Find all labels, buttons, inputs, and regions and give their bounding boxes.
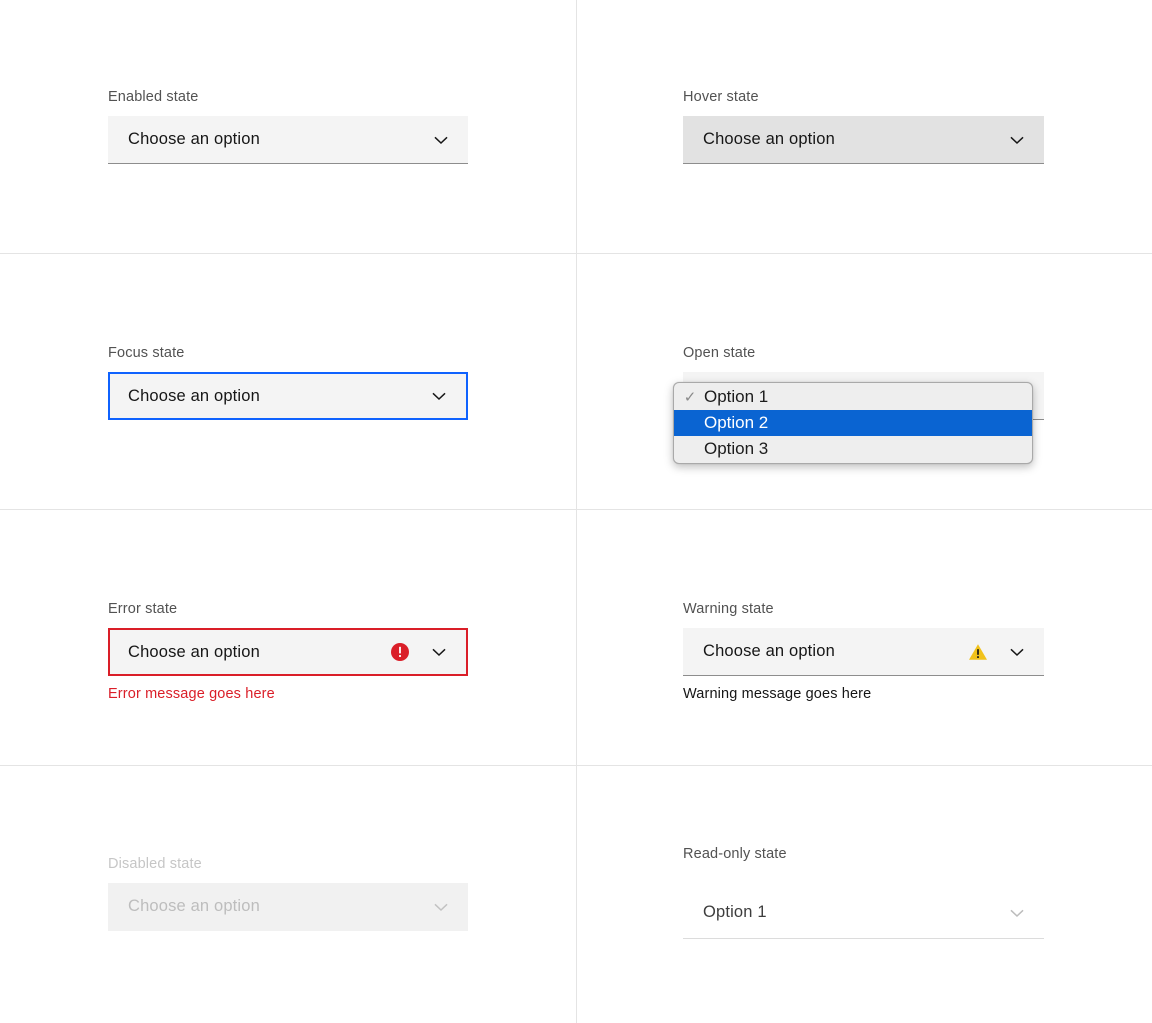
chevron-down-icon	[430, 896, 452, 918]
option-label: Option 1	[704, 387, 769, 406]
list-item[interactable]: Option 2	[674, 410, 1032, 436]
cell-readonly-state: Read-only state Option 1	[576, 766, 1152, 939]
dropdown-warning[interactable]: Choose an option	[683, 628, 1044, 676]
dropdown-focus[interactable]: Choose an option	[108, 372, 468, 420]
open-state-label: Open state	[683, 345, 756, 361]
cell-disabled-state: Disabled state Choose an option	[0, 766, 576, 931]
chevron-down-icon[interactable]	[428, 385, 450, 407]
cell-hover-state: Hover state Choose an option	[576, 0, 1152, 164]
chevron-down-icon[interactable]	[1006, 641, 1028, 663]
dropdown-focus-value: Choose an option	[128, 386, 260, 405]
dropdown-disabled-value: Choose an option	[128, 897, 260, 915]
dropdown-hover[interactable]: Choose an option	[683, 116, 1044, 164]
dropdown-warning-value: Choose an option	[703, 642, 835, 660]
focus-state-label: Focus state	[108, 345, 185, 361]
error-filled-icon	[390, 642, 410, 662]
cell-warning-state: Warning state Choose an option Warning m…	[576, 510, 1152, 703]
chevron-down-icon[interactable]	[1006, 129, 1028, 151]
cell-error-state: Error state Choose an option Error messa…	[0, 510, 576, 703]
dropdown-readonly-value: Option 1	[703, 903, 767, 921]
chevron-down-icon	[1006, 902, 1028, 924]
dropdown-error-value: Choose an option	[128, 642, 260, 661]
chevron-down-icon[interactable]	[428, 641, 450, 663]
dropdown-option-list[interactable]: ✓ Option 1 Option 2 Option 3	[673, 382, 1033, 464]
dropdown-readonly: Option 1	[683, 887, 1044, 939]
dropdown-error[interactable]: Choose an option	[108, 628, 468, 676]
dropdown-enabled-value: Choose an option	[128, 130, 260, 148]
checkmark-icon: ✓	[683, 389, 697, 406]
enabled-state-label: Enabled state	[108, 89, 199, 105]
dropdown-enabled[interactable]: Choose an option	[108, 116, 468, 164]
dropdown-hover-value: Choose an option	[703, 130, 835, 148]
error-state-label: Error state	[108, 601, 178, 617]
chevron-down-icon[interactable]	[430, 129, 452, 151]
hover-state-label: Hover state	[683, 89, 759, 105]
cell-enabled-state: Enabled state Choose an option	[0, 0, 576, 164]
option-label: Option 3	[704, 439, 769, 458]
list-item[interactable]: Option 3	[674, 436, 1032, 462]
list-item[interactable]: ✓ Option 1	[674, 384, 1032, 410]
dropdown-states-specimen-sheet: Enabled state Choose an option Hover sta…	[0, 0, 1152, 1023]
dropdown-disabled: Choose an option	[108, 883, 468, 931]
error-message: Error message goes here	[108, 686, 275, 702]
cell-focus-state: Focus state Choose an option	[0, 254, 576, 420]
warning-filled-icon	[968, 642, 988, 662]
option-label: Option 2	[704, 413, 769, 432]
warning-message: Warning message goes here	[683, 686, 872, 702]
readonly-state-label: Read-only state	[683, 846, 787, 862]
warning-state-label: Warning state	[683, 601, 774, 617]
disabled-state-label: Disabled state	[108, 856, 202, 872]
